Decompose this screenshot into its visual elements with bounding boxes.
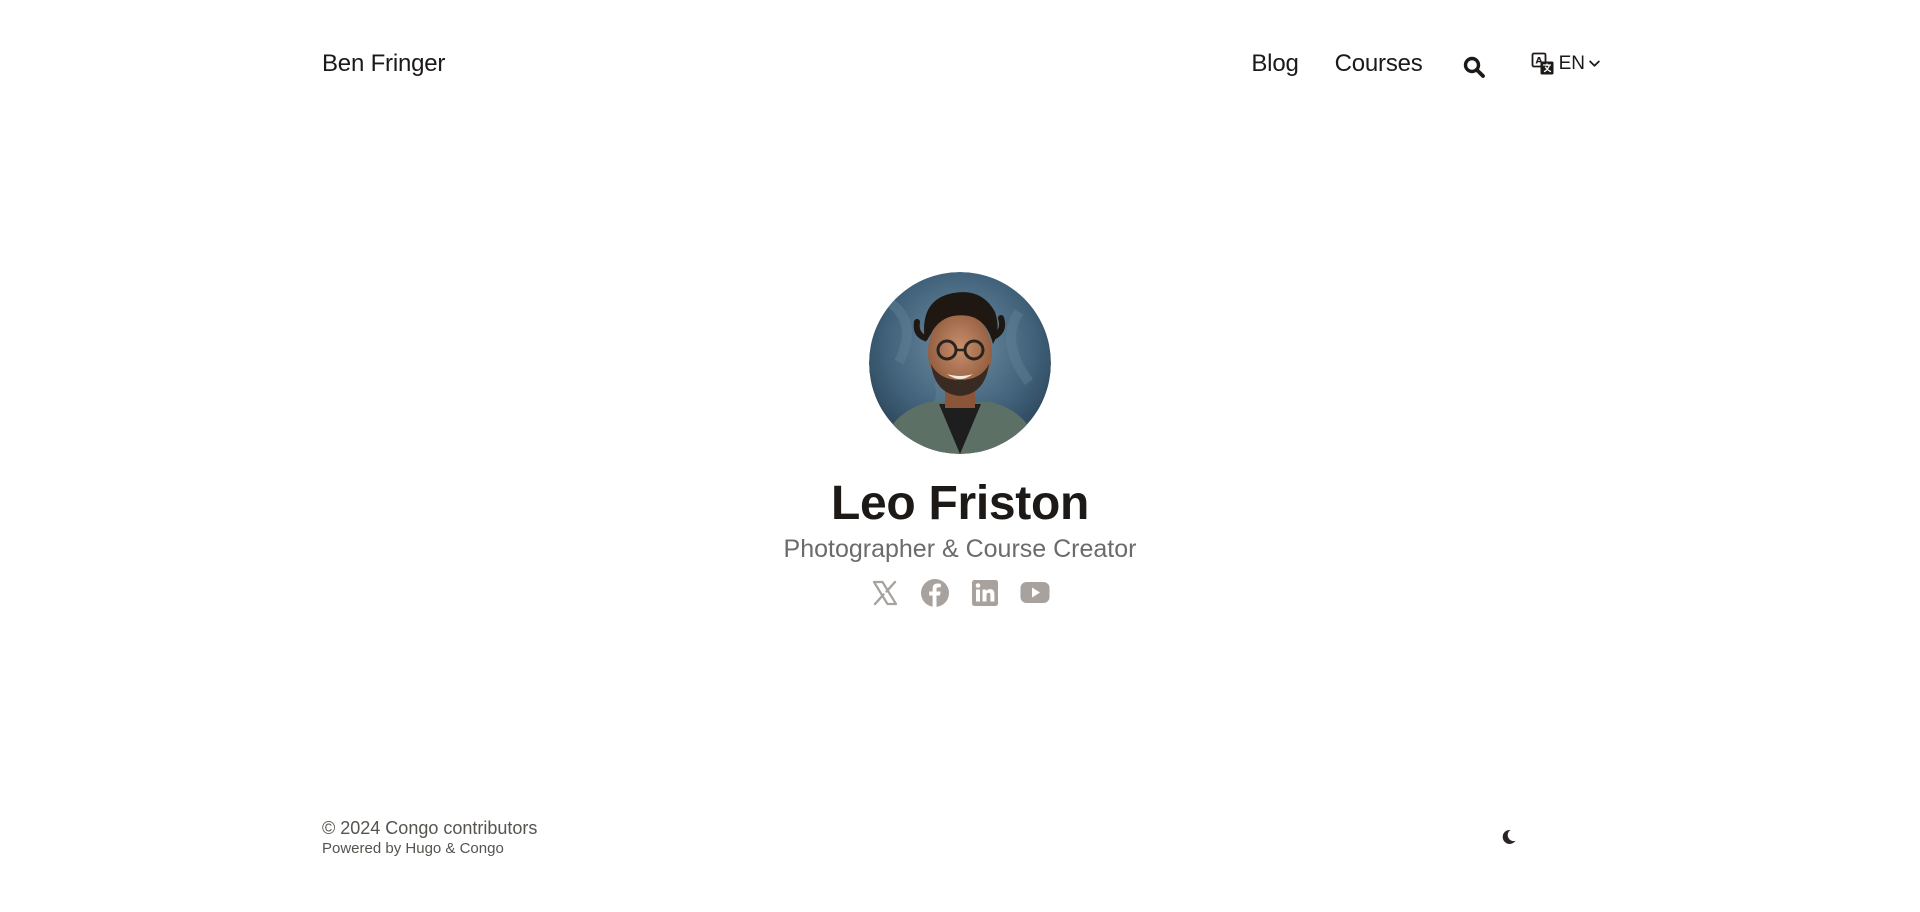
moon-icon — [1502, 829, 1516, 844]
site-header: Ben Fringer Blog Courses A EN — [322, 48, 1600, 80]
social-link-youtube[interactable] — [1020, 578, 1050, 608]
search-button[interactable] — [1461, 54, 1487, 80]
language-label: EN — [1558, 53, 1585, 74]
social-links — [860, 578, 1060, 608]
avatar — [869, 272, 1051, 454]
page: Ben Fringer Blog Courses A EN Leo Fristo… — [0, 0, 1920, 912]
profile-name: Leo Friston — [830, 477, 1090, 530]
copyright-text: © 2024 Congo contributors — [322, 818, 538, 838]
powered-by-prefix: Powered by — [322, 840, 406, 857]
powered-by: Powered by Hugo & Congo — [322, 839, 537, 859]
nav-link-blog[interactable]: Blog — [1251, 50, 1298, 78]
chevron-down-icon — [1589, 60, 1600, 67]
hugo-link[interactable]: Hugo — [405, 840, 441, 857]
nav-link-courses[interactable]: Courses — [1335, 50, 1423, 78]
main-nav: Blog Courses A EN — [1251, 48, 1600, 80]
powered-by-amp: & — [441, 840, 460, 857]
facebook-icon — [921, 579, 949, 607]
youtube-icon — [1020, 582, 1050, 603]
social-link-facebook[interactable] — [920, 578, 950, 608]
site-brand-link[interactable]: Ben Fringer — [322, 50, 445, 78]
translate-icon: A — [1531, 52, 1554, 75]
profile-tagline: Photographer & Course Creator — [783, 535, 1137, 563]
theme-toggle-button[interactable] — [1499, 828, 1517, 846]
social-link-x[interactable] — [870, 578, 900, 608]
x-twitter-icon — [872, 580, 898, 606]
social-link-linkedin[interactable] — [970, 578, 1000, 608]
congo-link[interactable]: Congo — [460, 840, 504, 857]
profile-section: Leo Friston Photographer & Course Creato… — [0, 272, 1920, 608]
search-icon — [1463, 56, 1485, 78]
linkedin-icon — [972, 580, 998, 606]
site-footer: © 2024 Congo contributors Powered by Hug… — [322, 817, 537, 859]
language-selector[interactable]: A EN — [1531, 52, 1600, 76]
